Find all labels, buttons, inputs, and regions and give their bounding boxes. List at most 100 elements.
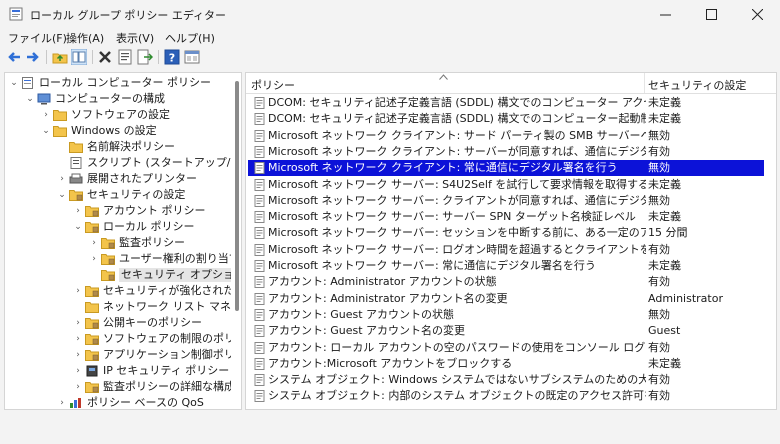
tree-node[interactable]: › ソフトウェアの制限のポリシー (5, 331, 231, 347)
table-row[interactable]: Microsoft ネットワーク サーバー: クライアントが同意すれば、通信にデ… (248, 193, 764, 209)
secfolder-icon (85, 285, 99, 297)
table-row[interactable]: DCOM: セキュリティ記述子定義言語 (SDDL) 構文でのコンピューター起動… (248, 111, 764, 127)
tree-expand-icon[interactable]: › (73, 315, 83, 331)
tree-expand-icon[interactable]: › (73, 363, 83, 379)
tree-vertical-scrollbar[interactable] (233, 73, 241, 409)
table-row[interactable]: Microsoft ネットワーク サーバー: サーバー SPN ターゲット名検証… (248, 209, 764, 225)
tree-expand-icon[interactable]: › (57, 171, 67, 187)
close-button[interactable] (734, 0, 780, 28)
menu-view[interactable]: 表示(V) (116, 30, 154, 46)
tree-node-label: ローカル ポリシー (103, 220, 195, 233)
tree-node[interactable]: › ユーザー権利の割り当て (5, 251, 231, 267)
policy-name: アカウント: Administrator アカウントの状態 (268, 275, 497, 289)
tree-expand-icon[interactable]: › (57, 395, 67, 409)
security-setting: 無効 (648, 161, 670, 175)
table-row[interactable]: アカウント: Guest アカウントの状態 無効 (248, 307, 764, 323)
console-tree[interactable]: ⌄ ローカル コンピューター ポリシー ⌄ コンピューターの構成 › ソフトウェアの設定 ⌄… (4, 72, 242, 410)
tree-expand-icon[interactable]: › (89, 251, 99, 267)
show-hide-tree-icon[interactable] (71, 49, 87, 65)
tree-collapse-icon[interactable]: ⌄ (9, 75, 19, 91)
policy-item-icon (254, 227, 266, 240)
back-arrow-icon[interactable] (6, 49, 22, 65)
tree-node[interactable]: ⌄ コンピューターの構成 (5, 91, 231, 107)
table-row[interactable]: システム オブジェクト: 内部のシステム オブジェクトの既定のアクセス許可を強化… (248, 388, 764, 404)
policy-item-icon (254, 276, 266, 289)
tree-expand-icon[interactable]: › (73, 379, 83, 395)
tree-node[interactable]: ネットワーク リスト マネージャー ポリ (5, 299, 231, 315)
maximize-icon (705, 8, 717, 20)
menu-file[interactable]: ファイル(F) (8, 30, 67, 46)
help-icon[interactable]: ? (164, 49, 180, 65)
maximize-button[interactable] (688, 0, 734, 28)
menu-action[interactable]: 操作(A) (66, 30, 104, 46)
forward-arrow-icon[interactable] (25, 49, 41, 65)
tree-collapse-icon[interactable]: ⌄ (73, 219, 83, 235)
tree-collapse-icon[interactable]: ⌄ (25, 91, 35, 107)
tree-collapse-icon[interactable]: ⌄ (57, 187, 67, 203)
tree-node[interactable]: 名前解決ポリシー (5, 139, 231, 155)
tree-expand-icon[interactable]: › (41, 107, 51, 123)
table-row[interactable]: Microsoft ネットワーク サーバー: 常に通信にデジタル署名を行う 未定義 (248, 258, 764, 274)
table-row[interactable]: Microsoft ネットワーク クライアント: サーバーが同意すれば、通信にデ… (248, 144, 764, 160)
table-row[interactable]: Microsoft ネットワーク クライアント: 常に通信にデジタル署名を行う 無… (248, 160, 764, 177)
tree-node[interactable]: › 展開されたプリンター (5, 171, 231, 187)
table-row[interactable]: アカウント: Guest アカウント名の変更 Guest (248, 323, 764, 339)
tree-node[interactable]: ⌄ セキュリティの設定 (5, 187, 231, 203)
policy-item-icon (254, 194, 266, 207)
tree-node[interactable]: › 監査ポリシー (5, 235, 231, 251)
security-setting: 有効 (648, 389, 670, 403)
table-row[interactable]: DCOM: セキュリティ記述子定義言語 (SDDL) 構文でのコンピューター ア… (248, 95, 764, 111)
minimize-button[interactable] (642, 0, 688, 28)
table-row[interactable]: アカウント: Administrator アカウントの状態 有効 (248, 274, 764, 290)
tree-node-label: 展開されたプリンター (87, 172, 197, 185)
tree-node[interactable]: › セキュリティが強化された Window (5, 283, 231, 299)
tree-node[interactable]: ⌄ Windows の設定 (5, 123, 231, 139)
policy-name: DCOM: セキュリティ記述子定義言語 (SDDL) 構文でのコンピューター ア… (268, 96, 646, 109)
scrollbar-thumb[interactable] (235, 81, 239, 311)
policy-name: Microsoft ネットワーク サーバー: クライアントが同意すれば、通信にデ… (268, 193, 646, 207)
policy-item-icon (254, 390, 266, 403)
column-header-policy[interactable]: ポリシー (251, 77, 295, 93)
tree-node[interactable]: › IP セキュリティ ポリシー (ローカル コ (5, 363, 231, 379)
security-setting: 無効 (648, 307, 670, 321)
table-row[interactable]: Microsoft ネットワーク サーバー: S4U2Self を試行して要求情… (248, 177, 764, 193)
table-row[interactable]: アカウント: Administrator アカウント名の変更 Administra… (248, 291, 764, 307)
tree-node[interactable]: › 監査ポリシーの詳細な構成 (5, 379, 231, 395)
tree-expand-icon[interactable]: › (73, 347, 83, 363)
tree-expand-icon[interactable]: › (89, 235, 99, 251)
view-icon[interactable] (184, 49, 200, 65)
tree-node[interactable]: ⌄ ローカル コンピューター ポリシー (5, 75, 231, 91)
tree-node-label: ソフトウェアの制限のポリシー (103, 332, 231, 345)
up-folder-icon[interactable] (52, 49, 68, 65)
menu-help[interactable]: ヘルプ(H) (165, 30, 215, 46)
tree-collapse-icon[interactable]: ⌄ (41, 123, 51, 139)
column-header-setting[interactable]: セキュリティの設定 (648, 77, 746, 93)
table-row[interactable]: Microsoft ネットワーク サーバー: セッションを中断する前に、ある一定… (248, 225, 764, 241)
policy-list[interactable]: ポリシー セキュリティの設定 DCOM: セキュリティ記述子定義言語 (SDDL… (245, 72, 777, 410)
policy-item-icon (254, 308, 266, 321)
table-row[interactable]: アカウント:Microsoft アカウントをブロックする 未定義 (248, 356, 764, 372)
tree-node[interactable]: › アカウント ポリシー (5, 203, 231, 219)
delete-icon[interactable] (97, 49, 113, 65)
tree-node[interactable]: › ポリシー ベースの QoS (5, 395, 231, 409)
policy-item-icon (254, 292, 266, 305)
table-row[interactable]: アカウント: ローカル アカウントの空のパスワードの使用をコンソール ログオンの… (248, 340, 764, 356)
tree-expand-icon[interactable]: › (73, 283, 83, 299)
security-setting: 未定義 (648, 210, 681, 224)
table-row[interactable]: Microsoft ネットワーク サーバー: ログオン時間を超過するとクライアン… (248, 242, 764, 258)
tree-node[interactable]: スクリプト (スタートアップ/シャットダウン (5, 155, 231, 171)
table-row[interactable]: Microsoft ネットワーク クライアント: サード パーティ製の SMB … (248, 128, 764, 144)
tree-node[interactable]: › アプリケーション制御ポリシー (5, 347, 231, 363)
table-row[interactable]: システム オブジェクト: Windows システムではないサブシステムのための大… (248, 372, 764, 388)
export-list-icon[interactable] (137, 49, 153, 65)
security-setting: 未定義 (648, 177, 681, 191)
tree-node[interactable]: › 公開キーのポリシー (5, 315, 231, 331)
security-setting: 有効 (648, 373, 670, 387)
tree-node[interactable]: セキュリティ オプション (5, 267, 231, 283)
window-title: ローカル グループ ポリシー エディター (30, 9, 227, 22)
tree-node[interactable]: › ソフトウェアの設定 (5, 107, 231, 123)
tree-expand-icon[interactable]: › (73, 331, 83, 347)
tree-expand-icon[interactable]: › (73, 203, 83, 219)
tree-node[interactable]: ⌄ ローカル ポリシー (5, 219, 231, 235)
properties-icon[interactable] (117, 49, 133, 65)
